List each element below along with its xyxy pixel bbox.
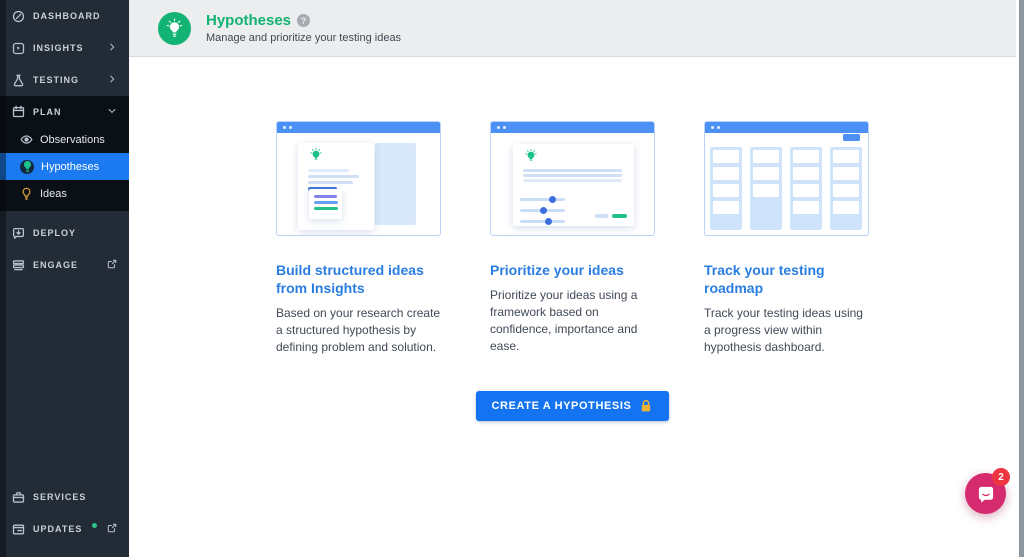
sidebar-item-label: UPDATES xyxy=(33,524,83,534)
testing-icon xyxy=(13,74,24,86)
create-hypothesis-label: CREATE A HYPOTHESIS xyxy=(491,400,632,413)
header-text: Hypotheses ? Manage and prioritize your … xyxy=(206,12,401,44)
sidebar-item-label: Observations xyxy=(40,133,105,146)
feature-card-prioritize: Prioritize your ideas Prioritize your id… xyxy=(490,121,655,356)
notification-dot xyxy=(92,522,98,528)
app-window: DASHBOARD INSIGHTS TESTING PLAN Observat… xyxy=(0,0,1024,557)
sidebar-item-engage[interactable]: ENGAGE xyxy=(0,249,129,281)
sidebar-item-hypotheses[interactable]: Hypotheses xyxy=(0,153,129,180)
sidebar-item-label: SERVICES xyxy=(33,492,87,502)
chat-launcher-button[interactable]: 2 xyxy=(965,468,1010,514)
sidebar: DASHBOARD INSIGHTS TESTING PLAN Observat… xyxy=(0,0,129,557)
sidebar-item-label: DASHBOARD xyxy=(33,11,101,21)
page-header: Hypotheses ? Manage and prioritize your … xyxy=(129,0,1016,57)
page-title: Hypotheses xyxy=(206,12,292,29)
sidebar-plan-section: PLAN Observations Hypotheses Ideas xyxy=(0,96,129,211)
sidebar-bottom-group: SERVICES UPDATES xyxy=(0,481,129,545)
chevron-down-icon xyxy=(107,106,117,118)
scrollbar-thumb[interactable] xyxy=(1019,0,1024,557)
card-title-link[interactable]: Track your testing roadmap xyxy=(704,261,869,297)
lock-icon xyxy=(642,400,651,412)
sidebar-item-label: INSIGHTS xyxy=(33,43,84,53)
card-title-link[interactable]: Prioritize your ideas xyxy=(490,261,655,279)
card-illustration-structured-ideas xyxy=(276,121,441,236)
updates-icon xyxy=(12,524,25,534)
sidebar-item-label: Ideas xyxy=(40,187,67,200)
lightbulb-icon xyxy=(20,159,34,174)
sidebar-item-label: ENGAGE xyxy=(33,260,79,270)
sidebar-item-services[interactable]: SERVICES xyxy=(0,481,129,513)
engage-icon xyxy=(12,259,25,270)
sidebar-item-plan[interactable]: PLAN xyxy=(0,97,129,126)
lightbulb-outline-icon xyxy=(22,187,31,200)
deploy-icon xyxy=(12,227,25,239)
dashboard-icon xyxy=(12,10,25,22)
card-title-link[interactable]: Build structured ideas from Insights xyxy=(276,261,441,297)
feature-card-roadmap: Track your testing roadmap Track your te… xyxy=(704,121,869,356)
eye-icon xyxy=(20,135,33,144)
external-link-icon xyxy=(107,259,117,271)
insights-icon xyxy=(12,42,25,54)
sidebar-item-label: TESTING xyxy=(33,75,80,85)
card-illustration-roadmap xyxy=(704,121,869,236)
scrollbar-track[interactable] xyxy=(1016,0,1024,557)
lightbulb-icon xyxy=(158,11,191,45)
chevron-right-icon xyxy=(107,42,117,54)
external-link-icon xyxy=(107,523,117,535)
sidebar-item-ideas[interactable]: Ideas xyxy=(0,180,129,207)
plan-icon xyxy=(12,105,25,118)
card-illustration-prioritize xyxy=(490,121,655,236)
sidebar-item-label: DEPLOY xyxy=(33,228,77,238)
card-description: Track your testing ideas using a progres… xyxy=(704,306,863,355)
sidebar-item-deploy[interactable]: DEPLOY xyxy=(0,217,129,249)
sidebar-item-updates[interactable]: UPDATES xyxy=(0,513,129,545)
sidebar-item-label: Hypotheses xyxy=(41,160,100,173)
help-icon[interactable]: ? xyxy=(297,14,311,27)
card-description: Prioritize your ideas using a framework … xyxy=(490,288,638,354)
chat-bubble-icon xyxy=(978,486,993,503)
services-icon xyxy=(12,491,25,503)
sidebar-item-dashboard[interactable]: DASHBOARD xyxy=(0,0,129,32)
chat-unread-badge: 2 xyxy=(992,468,1010,486)
sidebar-item-testing[interactable]: TESTING xyxy=(0,64,129,96)
sidebar-item-insights[interactable]: INSIGHTS xyxy=(0,32,129,64)
feature-cards-row: Build structured ideas from Insights Bas… xyxy=(129,121,1016,356)
sidebar-item-observations[interactable]: Observations xyxy=(0,126,129,153)
create-hypothesis-button[interactable]: CREATE A HYPOTHESIS xyxy=(475,391,670,422)
main-content: Build structured ideas from Insights Bas… xyxy=(129,58,1016,557)
chevron-right-icon xyxy=(107,74,117,86)
card-description: Based on your research create a structur… xyxy=(276,306,441,355)
sidebar-item-label: PLAN xyxy=(33,106,62,117)
page-subtitle: Manage and prioritize your testing ideas xyxy=(206,32,402,44)
feature-card-build-ideas: Build structured ideas from Insights Bas… xyxy=(276,121,441,356)
